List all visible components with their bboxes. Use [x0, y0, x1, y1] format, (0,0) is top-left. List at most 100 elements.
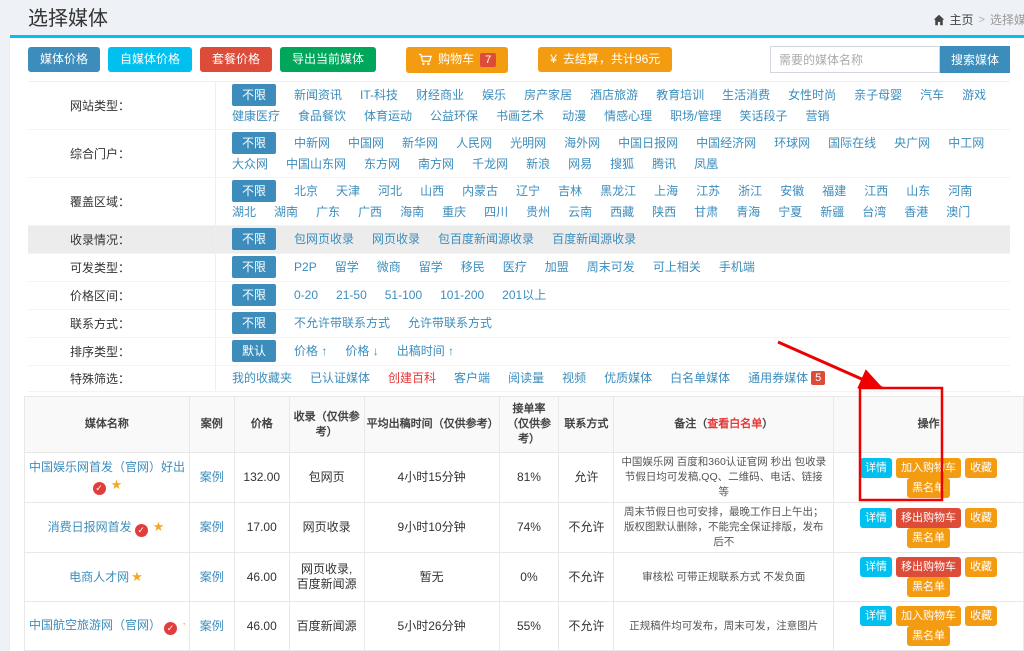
filter-option[interactable]: 广西	[358, 202, 382, 222]
detail-button[interactable]: 详情	[860, 508, 892, 528]
filter-option[interactable]: 笑话段子	[739, 106, 787, 126]
filter-option[interactable]: 食品餐饮	[298, 106, 346, 126]
filter-option[interactable]: 国际在线	[828, 133, 876, 153]
filter-option[interactable]: 香港	[904, 202, 928, 222]
filter-option[interactable]: 新闻资讯	[294, 85, 342, 105]
filter-option[interactable]: 网易	[568, 154, 592, 174]
filter-option[interactable]: 上海	[654, 181, 678, 201]
case-link[interactable]: 案例	[200, 619, 224, 633]
filter-option[interactable]: 中国网	[348, 133, 384, 153]
add-to-cart-button[interactable]: 加入购物车	[896, 606, 961, 626]
case-link[interactable]: 案例	[200, 570, 224, 584]
filter-option[interactable]: 医疗	[503, 257, 527, 277]
filter-option[interactable]: 四川	[484, 202, 508, 222]
filter-option[interactable]: 中国经济网	[696, 133, 756, 153]
filter-option[interactable]: 21-50	[336, 285, 367, 305]
filter-option[interactable]: 湖北	[232, 202, 256, 222]
filter-selected-publish-type[interactable]: 不限	[232, 256, 276, 278]
filter-option[interactable]: 新疆	[820, 202, 844, 222]
filter-option[interactable]: 中国山东网	[286, 154, 346, 174]
filter-selected-website-type[interactable]: 不限	[232, 84, 276, 106]
filter-option[interactable]: 百度新闻源收录	[552, 229, 636, 249]
filter-option[interactable]: 留学	[335, 257, 359, 277]
remove-from-cart-button[interactable]: 移出购物车	[896, 557, 961, 577]
filter-option[interactable]: 澳门	[946, 202, 970, 222]
filter-option[interactable]: 大众网	[232, 154, 268, 174]
filter-option[interactable]: 体育运动	[364, 106, 412, 126]
filter-option[interactable]: 北京	[294, 181, 318, 201]
filter-option[interactable]: 手机端	[719, 257, 755, 277]
filter-option[interactable]: P2P	[294, 257, 317, 277]
filter-option[interactable]: 山东	[906, 181, 930, 201]
filter-option[interactable]: 山西	[420, 181, 444, 201]
filter-option[interactable]: 职场/管理	[670, 106, 721, 126]
filter-option[interactable]: 酒店旅游	[590, 85, 638, 105]
blacklist-button[interactable]: 黑名单	[907, 478, 950, 498]
filter-option[interactable]: 青海	[736, 202, 760, 222]
filter-option[interactable]: 台湾	[862, 202, 886, 222]
favorite-button[interactable]: 收藏	[965, 557, 997, 577]
filter-option[interactable]: 环球网	[774, 133, 810, 153]
filter-option[interactable]: 光明网	[510, 133, 546, 153]
filter-option[interactable]: 新华网	[402, 133, 438, 153]
filter-option[interactable]: 201以上	[502, 285, 546, 305]
filter-option[interactable]: 可上相关	[653, 257, 701, 277]
checkout-button[interactable]: ¥去结算，共计96元	[538, 47, 672, 72]
filter-selected-index-status[interactable]: 不限	[232, 228, 276, 250]
filter-option[interactable]: 南方网	[418, 154, 454, 174]
filter-option[interactable]: 江西	[864, 181, 888, 201]
favorite-button[interactable]: 收藏	[965, 508, 997, 528]
filter-option[interactable]: 房产家居	[524, 85, 572, 105]
filter-option[interactable]: 教育培训	[656, 85, 704, 105]
filter-option[interactable]: 创建百科	[388, 368, 436, 388]
filter-option[interactable]: 公益环保	[430, 106, 478, 126]
blacklist-button[interactable]: 黑名单	[907, 577, 950, 597]
filter-option[interactable]: 东方网	[364, 154, 400, 174]
search-input[interactable]	[770, 46, 940, 73]
filter-option[interactable]: 出稿时间 ↑	[397, 341, 454, 361]
filter-option[interactable]: 生活消费	[722, 85, 770, 105]
remove-from-cart-button[interactable]: 移出购物车	[896, 508, 961, 528]
filter-option[interactable]: 中新网	[294, 133, 330, 153]
filter-selected-contact-type[interactable]: 不限	[232, 312, 276, 334]
case-link[interactable]: 案例	[200, 520, 224, 534]
add-to-cart-button[interactable]: 加入购物车	[896, 458, 961, 478]
media-name-link[interactable]: 消费日报网首发	[48, 520, 132, 534]
filter-option[interactable]: 搜狐	[610, 154, 634, 174]
filter-option[interactable]: 加盟	[545, 257, 569, 277]
filter-option[interactable]: 视频	[562, 368, 586, 388]
filter-option[interactable]: 黑龙江	[600, 181, 636, 201]
filter-option[interactable]: 央广网	[894, 133, 930, 153]
filter-option[interactable]: 天津	[336, 181, 360, 201]
breadcrumb-home[interactable]: 主页	[950, 11, 974, 28]
filter-option[interactable]: 健康医疗	[232, 106, 280, 126]
filter-option[interactable]: 凤凰	[694, 154, 718, 174]
filter-option[interactable]: 不允许带联系方式	[294, 313, 390, 333]
filter-option[interactable]: 通用券媒体5	[748, 368, 825, 388]
detail-button[interactable]: 详情	[860, 458, 892, 478]
filter-option[interactable]: 湖南	[274, 202, 298, 222]
filter-option[interactable]: 营销	[805, 106, 829, 126]
blacklist-button[interactable]: 黑名单	[907, 626, 950, 646]
case-link[interactable]: 案例	[200, 470, 224, 484]
filter-option[interactable]: 财经商业	[416, 85, 464, 105]
filter-option[interactable]: 中国日报网	[618, 133, 678, 153]
filter-selected-portal[interactable]: 不限	[232, 132, 276, 154]
filter-selected-price-range[interactable]: 不限	[232, 284, 276, 306]
filter-option[interactable]: 包网页收录	[294, 229, 354, 249]
filter-option[interactable]: 留学	[419, 257, 443, 277]
filter-option[interactable]: 阅读量	[508, 368, 544, 388]
filter-option[interactable]: 海南	[400, 202, 424, 222]
filter-option[interactable]: 女性时尚	[788, 85, 836, 105]
filter-option[interactable]: 江苏	[696, 181, 720, 201]
filter-option[interactable]: 贵州	[526, 202, 550, 222]
filter-option[interactable]: 情感心理	[604, 106, 652, 126]
filter-option[interactable]: 重庆	[442, 202, 466, 222]
export-current-media-button[interactable]: 导出当前媒体	[280, 47, 376, 72]
filter-option[interactable]: 人民网	[456, 133, 492, 153]
blacklist-button[interactable]: 黑名单	[907, 528, 950, 548]
filter-option[interactable]: 广东	[316, 202, 340, 222]
filter-option[interactable]: 价格 ↑	[294, 341, 327, 361]
filter-option[interactable]: 陕西	[652, 202, 676, 222]
filter-option[interactable]: 客户端	[454, 368, 490, 388]
